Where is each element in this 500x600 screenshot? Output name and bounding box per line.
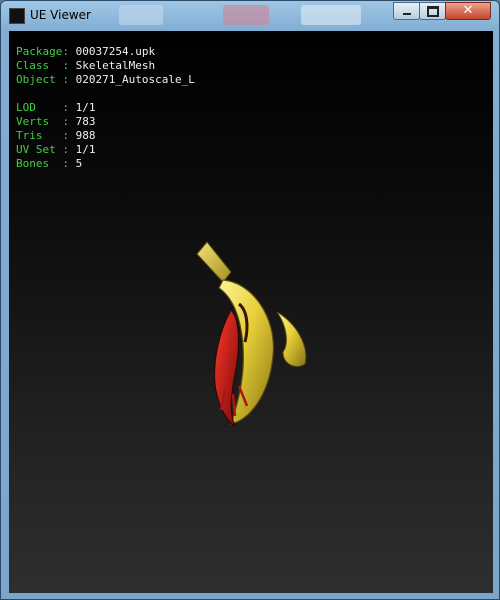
info-key: Bones : bbox=[16, 157, 69, 170]
info-row: UV Set : 1/1 bbox=[16, 143, 195, 157]
info-value: 988 bbox=[75, 129, 96, 142]
info-value: 00037254.upk bbox=[75, 45, 156, 58]
background-window-thumbnail bbox=[119, 5, 163, 25]
close-button[interactable]: ✕ bbox=[445, 2, 491, 20]
info-key: UV Set : bbox=[16, 143, 69, 156]
info-value: 1/1 bbox=[75, 101, 96, 114]
app-window: UE Viewer ✕ Package: 00037254.upk Class :… bbox=[0, 0, 500, 600]
maximize-button[interactable] bbox=[419, 2, 446, 20]
info-row: Class : SkeletalMesh bbox=[16, 59, 195, 73]
viewport[interactable]: Package: 00037254.upk Class : SkeletalMes… bbox=[9, 31, 493, 593]
maximize-icon bbox=[426, 5, 439, 17]
banana-mesh-render bbox=[196, 241, 307, 428]
minimize-button[interactable] bbox=[393, 2, 420, 20]
background-window-thumbnail bbox=[223, 5, 269, 25]
info-value: 020271_Autoscale_L bbox=[75, 73, 195, 86]
info-value: 5 bbox=[75, 157, 83, 170]
info-key: Tris : bbox=[16, 129, 69, 142]
info-row: Verts : 783 bbox=[16, 115, 195, 129]
info-key: Package: bbox=[16, 45, 69, 58]
close-icon: ✕ bbox=[462, 3, 474, 18]
info-key: Object : bbox=[16, 73, 69, 86]
background-window-thumbnail bbox=[301, 5, 361, 25]
info-key: LOD : bbox=[16, 101, 69, 114]
title-bar[interactable]: UE Viewer ✕ bbox=[1, 1, 499, 31]
info-key: Class : bbox=[16, 59, 69, 72]
info-row: Package: 00037254.upk bbox=[16, 45, 195, 59]
mesh-info-overlay: Package: 00037254.upk Class : SkeletalMes… bbox=[16, 45, 195, 171]
info-row: Object : 020271_Autoscale_L bbox=[16, 73, 195, 87]
info-row: Bones : 5 bbox=[16, 157, 195, 171]
info-value: 1/1 bbox=[75, 143, 96, 156]
app-icon bbox=[9, 8, 25, 24]
info-row: Tris : 988 bbox=[16, 129, 195, 143]
info-value: 783 bbox=[75, 115, 96, 128]
window-title: UE Viewer bbox=[30, 8, 91, 22]
info-value: SkeletalMesh bbox=[75, 59, 156, 72]
info-row: LOD : 1/1 bbox=[16, 101, 195, 115]
minimize-icon bbox=[402, 13, 411, 15]
info-key: Verts : bbox=[16, 115, 69, 128]
